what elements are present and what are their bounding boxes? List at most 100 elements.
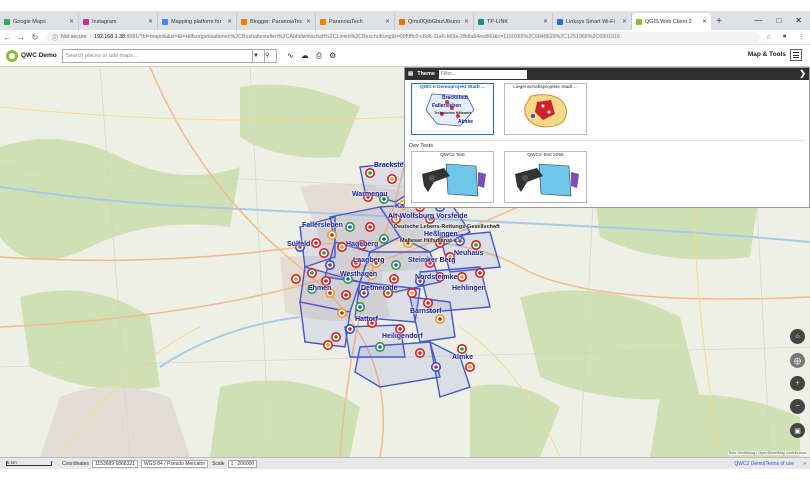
theme-item[interactable]: QWC2 Test 2056 — [504, 151, 587, 203]
place-label: Heßlingen — [424, 231, 458, 238]
reload-icon[interactable]: ↻ — [28, 33, 42, 42]
close-icon[interactable]: ✕ — [227, 18, 232, 25]
browser-tab[interactable]: ParanoiaTech ✕ — [316, 13, 395, 30]
scale-label: Scale — [212, 460, 225, 467]
poi-marker-dot — [460, 347, 464, 351]
account-icon[interactable]: ● — [783, 33, 787, 41]
theme-item[interactable]: QWC2 Test — [411, 151, 494, 203]
search-input[interactable]: Search places or add maps... ▼ ⚲ — [62, 48, 277, 63]
close-icon[interactable]: ✕ — [306, 18, 311, 25]
tab-favicon — [241, 18, 247, 25]
theme-panel-header: ▤ Theme ❯ — [405, 68, 809, 80]
share-icon[interactable]: ☁ — [301, 51, 309, 61]
print-icon[interactable]: ⎙ — [316, 51, 322, 61]
poi-marker-dot — [348, 225, 352, 229]
search-icon: ⚲ — [265, 53, 270, 59]
star-icon[interactable]: ☆ — [765, 33, 771, 41]
scale-select[interactable]: 1 : 206000 — [227, 459, 258, 468]
poi-marker-dot — [330, 233, 334, 237]
crosshair-icon: ⨁ — [794, 357, 801, 365]
crs-select[interactable]: WGS 84 / Pseudo Mercator — [140, 459, 209, 468]
poi-marker-dot — [348, 327, 352, 331]
poi-marker-dot — [474, 243, 478, 247]
browser-tab[interactable]: Instagram ✕ — [79, 13, 158, 30]
url-path: :8081/?bl=mapnik&st=&l=Hilfsorganisation… — [124, 34, 620, 40]
theme-thumbnail — [422, 163, 486, 197]
close-icon[interactable]: ✕ — [148, 18, 153, 25]
theme-item[interactable]: QWC II Demoprojekt Stadt ... Brackstedt … — [411, 83, 494, 135]
browser-tab[interactable]: Google Maps ✕ — [0, 13, 79, 30]
locate-button[interactable]: ⨁ — [790, 353, 805, 368]
close-icon[interactable]: ✕ — [69, 18, 74, 25]
theme-filter-input[interactable] — [438, 69, 527, 79]
close-icon[interactable]: ✕ — [702, 18, 707, 25]
forward-icon[interactable]: → — [14, 33, 28, 42]
browser-tab[interactable]: Blogger: ParanoiaTech ✕ — [237, 13, 316, 30]
browser-tab[interactable]: Linksys Smart Wi-Fi ✕ — [553, 13, 632, 30]
zoom-in-button[interactable]: + — [790, 376, 805, 391]
poi-marker-dot — [434, 365, 438, 369]
chevron-down-icon: ▼ — [253, 52, 259, 59]
tab-favicon — [557, 18, 563, 25]
poi-marker-dot — [368, 225, 372, 229]
home-button[interactable]: ⌂ — [790, 329, 805, 344]
browser-tab-strip: Google Maps ✕ Instagram ✕ Mapping platform f… — [0, 11, 810, 30]
close-icon[interactable]: ✕ — [543, 18, 548, 25]
poi-marker-dot — [438, 317, 442, 321]
menu-icon[interactable] — [790, 49, 802, 61]
app-logo: QWC Demo — [0, 49, 62, 62]
chevron-right-icon[interactable]: » — [803, 461, 806, 467]
poi-marker-dot — [378, 345, 382, 349]
close-icon[interactable]: ✕ — [385, 18, 390, 25]
poi-marker-dot — [340, 245, 344, 249]
search-dropdown-button[interactable]: ▼ — [252, 49, 264, 62]
url-field[interactable]: ⓘ Not secure | 192.168.1.38:8081/?bl=map… — [46, 31, 760, 43]
theme-thumbnail — [524, 94, 567, 128]
close-icon[interactable]: ✕ — [622, 18, 627, 25]
plus-icon: + — [795, 380, 800, 387]
tab-title: Google Maps — [13, 18, 46, 25]
thumb-label: Brackstedt — [442, 95, 468, 101]
poi-marker-dot — [322, 251, 326, 255]
info-icon[interactable]: ⓘ — [52, 33, 58, 42]
poi-marker-dot — [468, 365, 472, 369]
more-icon[interactable]: ⋮ — [798, 33, 805, 41]
tab-title: Qmo0QtbGhizUlkuno — [408, 18, 461, 25]
tab-favicon — [478, 18, 484, 25]
tab-title: Linksys Smart Wi-Fi — [566, 18, 615, 25]
poi-marker-dot — [368, 171, 372, 175]
poi-marker-dot — [310, 271, 314, 275]
zoom-out-button[interactable]: − — [790, 399, 805, 414]
place-label: Malteser Hilfsdienst e.V. — [400, 238, 463, 244]
minimize-icon[interactable]: — — [754, 16, 762, 25]
browser-tab[interactable]: QGIS Web Client 2 ✕ — [632, 13, 711, 30]
back-icon[interactable]: ← — [0, 33, 14, 42]
browser-tab[interactable]: Mapping platform for ✕ — [158, 13, 237, 30]
place-label: Ehmen — [308, 285, 332, 292]
search-button[interactable]: ⚲ — [264, 49, 276, 62]
poi-marker-dot — [410, 291, 414, 295]
map-attribution: Tiles: Wolfsburg | OpenStreetMap contrib… — [728, 451, 806, 455]
layers-icon: ▣ — [794, 427, 801, 435]
tab-title: Instagram — [92, 18, 117, 25]
close-icon[interactable]: ✕ — [464, 18, 469, 25]
measure-icon[interactable]: ∿ — [287, 51, 294, 61]
new-tab-button[interactable]: + — [711, 13, 727, 30]
browser-tab[interactable]: Qmo0QtbGhizUlkuno ✕ — [395, 13, 474, 30]
collapse-arrow-icon[interactable]: ❯ — [799, 69, 806, 78]
poi-marker-dot — [334, 335, 338, 339]
close-window-icon[interactable]: ✕ — [795, 16, 802, 25]
search-placeholder: Search places or add maps... — [66, 52, 138, 59]
place-label: Sülfeld — [287, 241, 311, 248]
poi-marker-dot — [382, 237, 386, 241]
tab-title: TP-LINK — [487, 18, 509, 25]
maximize-icon[interactable]: □ — [776, 16, 781, 25]
address-bar: ← → ↻ ⓘ Not secure | 192.168.1.38:8081/?… — [0, 30, 810, 45]
browser-tab[interactable]: TP-LINK ✕ — [474, 13, 553, 30]
terms-link[interactable]: QWC2 Demo|Terms of use — [734, 461, 794, 467]
identify-icon[interactable]: ⚙ — [329, 51, 336, 61]
map-tools-label[interactable]: Map & Tools — [748, 51, 786, 58]
background-switcher-button[interactable]: ▣ — [790, 423, 805, 438]
theme-item[interactable]: Liegenschaftsprojekte Stadt ... — [504, 83, 587, 135]
place-label: Warmenau — [352, 191, 388, 198]
